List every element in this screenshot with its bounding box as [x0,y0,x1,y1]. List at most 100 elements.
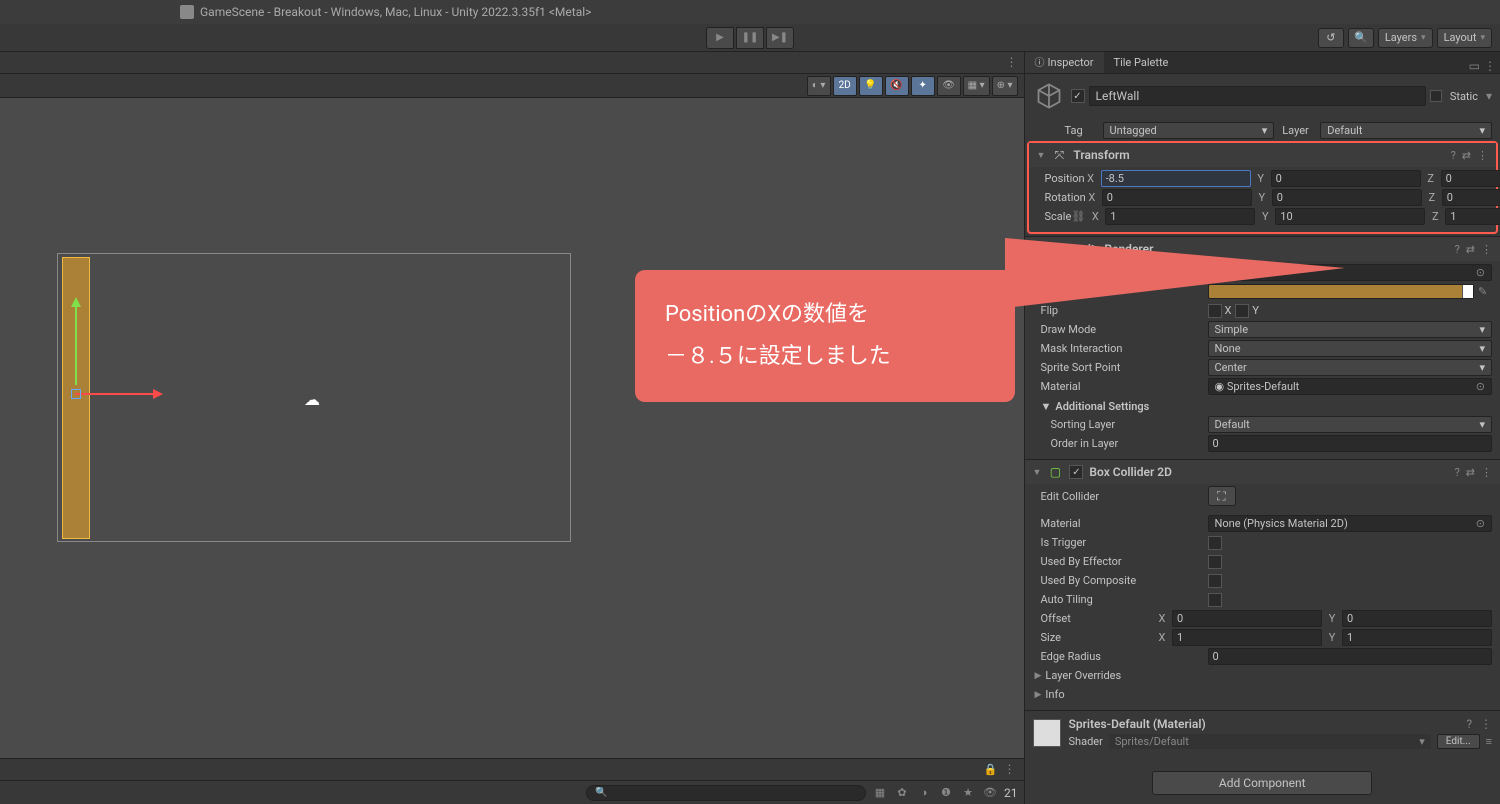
play-controls: ▶ ❚❚ ▶❚ [706,27,794,49]
collider-material-field[interactable]: None (Physics Material 2D)⊙ [1208,515,1493,532]
material-preview[interactable] [1033,719,1061,747]
sort-point-dropdown[interactable]: Center▾ [1208,359,1493,376]
used-by-composite-checkbox[interactable] [1208,574,1222,588]
preset-icon[interactable]: ⇄ [1466,243,1475,256]
mask-dropdown[interactable]: None▾ [1208,340,1493,357]
shader-dropdown[interactable]: Sprites/Default ▾ [1109,734,1431,749]
footer-icon-2[interactable]: ✿ [894,785,910,801]
footer-search-input[interactable] [586,785,866,801]
inspector-lock-icon[interactable]: ▭ [1469,59,1480,73]
step-button[interactable]: ▶❚ [766,27,794,49]
scene-gizmos-dropdown[interactable]: ⊕ ▾ [992,76,1018,96]
tag-dropdown[interactable]: Untagged▾ [1103,122,1275,139]
info-label: Info [1041,688,1216,701]
rotation-y-input[interactable] [1272,189,1422,206]
footer-icon-5[interactable]: ★ [960,785,976,801]
mat-help-icon[interactable]: ? [1466,717,1472,731]
scene-viewport[interactable]: ☁ PositionのXの数値を －８.５に設定しました [0,98,1024,758]
position-x-input[interactable] [1101,170,1251,187]
position-y-input[interactable] [1271,170,1421,187]
gameobject-active-checkbox[interactable]: ✓ [1071,89,1085,103]
edit-collider-button[interactable]: ⛶ [1208,486,1236,506]
gameobject-icon[interactable] [1033,80,1065,112]
material-field[interactable]: ◉ Sprites-Default⊙ [1208,378,1493,395]
footer-icon-1[interactable]: ▦ [872,785,888,801]
is-trigger-checkbox[interactable] [1208,536,1222,550]
rotation-z-input[interactable] [1442,189,1500,206]
footer-eye-icon[interactable]: 👁 [982,785,998,801]
footer-icon-3[interactable]: ◑ [916,785,932,801]
scale-z-input[interactable] [1445,208,1500,225]
draw-mode-dropdown[interactable]: Simple▾ [1208,321,1493,338]
lock-icon[interactable]: 🔒 [984,763,998,776]
mat-menu-icon[interactable]: ⋮ [1480,717,1492,731]
undo-history-button[interactable]: ↺ [1318,28,1344,48]
offset-x-input[interactable] [1172,610,1322,627]
tab-tile-palette[interactable]: Tile Palette [1104,52,1179,73]
scale-x-input[interactable] [1105,208,1255,225]
edge-radius-input[interactable] [1208,648,1493,665]
scene-visibility-toggle[interactable]: 👁 [937,76,961,96]
scale-link-icon[interactable]: ⛓ [1071,210,1085,223]
sorting-layer-label: Sorting Layer [1033,418,1208,431]
move-gizmo-origin[interactable] [71,389,81,399]
size-y-input[interactable] [1342,629,1492,646]
draw-mode-dropdown[interactable]: ◐ ▾ [807,76,831,96]
box-collider-enabled-checkbox[interactable]: ✓ [1069,465,1083,479]
scene-2d-toggle[interactable]: 2D [833,76,857,96]
inspector-menu-icon[interactable]: ⋮ [1484,59,1496,73]
inspector-panel: ⓘInspector Tile Palette ▭⋮ ✓ Static ▾ Ta… [1025,52,1500,804]
offset-y-input[interactable] [1342,610,1492,627]
additional-foldout-icon[interactable]: ▼ [1041,400,1052,413]
shader-edit-button[interactable]: Edit... [1437,734,1480,749]
auto-tiling-checkbox[interactable] [1208,593,1222,607]
camera-gizmo-icon[interactable]: ☁ [304,390,320,409]
preset-icon[interactable]: ⇄ [1462,149,1471,162]
help-icon[interactable]: ? [1455,243,1460,256]
scene-panel-menu[interactable]: ⋮ [1006,55,1018,69]
scene-camera-dropdown[interactable]: ▦ ▾ [963,76,990,96]
gameobject-name-input[interactable] [1089,86,1426,106]
layer-dropdown[interactable]: Default▾ [1320,122,1492,139]
used-by-effector-checkbox[interactable] [1208,555,1222,569]
help-icon[interactable]: ? [1455,466,1460,479]
scale-y-input[interactable] [1275,208,1425,225]
menu-icon[interactable]: ⋮ [1481,466,1492,479]
panel-menu-icon[interactable]: ⋮ [1004,762,1016,776]
add-component-button[interactable]: Add Component [1152,771,1372,795]
sorting-layer-dropdown[interactable]: Default▾ [1208,416,1493,433]
footer-icon-4[interactable]: ❶ [938,785,954,801]
pause-button[interactable]: ❚❚ [736,27,764,49]
play-button[interactable]: ▶ [706,27,734,49]
box-collider-header[interactable]: ▼ ▢ ✓ Box Collider 2D ?⇄⋮ [1025,460,1500,484]
scene-lighting-toggle[interactable]: 💡 [859,76,883,96]
move-gizmo-y-axis[interactable] [75,305,77,385]
size-x-input[interactable] [1172,629,1322,646]
scale-label: Scale [1037,210,1072,223]
transform-header[interactable]: ▼ ⤧ Transform ?⇄⋮ [1029,143,1497,167]
menu-icon[interactable]: ⋮ [1481,243,1492,256]
info-foldout[interactable]: ▶ [1033,690,1042,700]
scene-audio-toggle[interactable]: 🔇 [885,76,909,96]
static-dropdown-caret[interactable]: ▾ [1486,89,1492,103]
tab-inspector[interactable]: ⓘInspector [1025,52,1104,73]
sort-point-label: Sprite Sort Point [1033,361,1208,374]
eyedropper-icon[interactable]: ✎ [1478,285,1492,298]
shader-extra-icon[interactable]: ≡ [1486,735,1492,748]
rotation-x-input[interactable] [1102,189,1252,206]
position-z-input[interactable] [1441,170,1500,187]
menu-icon[interactable]: ⋮ [1477,149,1488,162]
main-toolbar: ▶ ❚❚ ▶❚ ↺ 🔍 Layers Layout [0,24,1500,52]
order-input[interactable] [1208,435,1493,452]
color-field[interactable] [1208,284,1475,299]
scene-fx-toggle[interactable]: ✦ [911,76,935,96]
layer-overrides-foldout[interactable]: ▶ [1033,671,1042,681]
layer-label: Layer [1282,124,1312,137]
layers-dropdown[interactable]: Layers [1378,28,1433,48]
help-icon[interactable]: ? [1451,149,1456,162]
preset-icon[interactable]: ⇄ [1466,466,1475,479]
layout-dropdown[interactable]: Layout [1437,28,1492,48]
search-button[interactable]: 🔍 [1348,28,1374,48]
static-checkbox[interactable] [1430,90,1442,102]
move-gizmo-x-axis[interactable] [75,393,155,395]
